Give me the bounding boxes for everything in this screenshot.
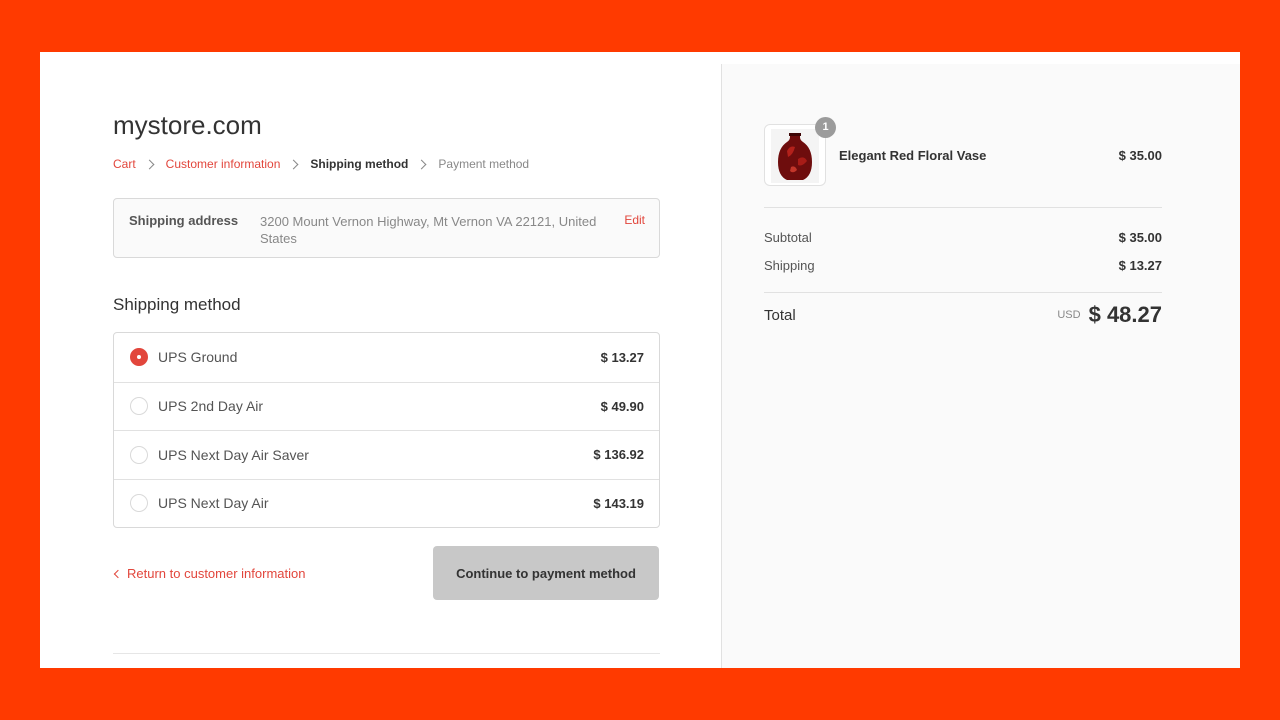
shipping-option-price: $ 13.27 — [600, 349, 644, 365]
chevron-right-icon — [416, 159, 427, 169]
continue-to-payment-button[interactable]: Continue to payment method — [433, 546, 659, 600]
shipping-option-price: $ 49.90 — [600, 398, 644, 414]
breadcrumb-payment-method: Payment method — [438, 157, 530, 171]
shipping-option-name: UPS 2nd Day Air — [158, 398, 264, 415]
breadcrumb: Cart Customer information Shipping metho… — [113, 157, 529, 171]
shipping-method-list: UPS Ground $ 13.27 UPS 2nd Day Air $ 49.… — [113, 332, 660, 528]
shipping-option-price: $ 136.92 — [593, 447, 644, 463]
radio-button[interactable] — [130, 397, 148, 416]
chevron-right-icon — [288, 159, 299, 169]
order-line-item: 1 Elegant Red Floral Vase $ 35.00 — [764, 117, 1162, 186]
shipping-option-name: UPS Next Day Air — [158, 495, 269, 512]
shipping-label: Shipping — [764, 258, 815, 273]
total-label: Total — [764, 306, 796, 324]
shipping-option-ups-next-day-air-saver[interactable]: UPS Next Day Air Saver $ 136.92 — [114, 430, 659, 479]
edit-address-link[interactable]: Edit — [624, 213, 645, 227]
total-amount-group: USD $ 48.27 — [1057, 302, 1162, 328]
shipping-option-name: UPS Ground — [158, 349, 238, 366]
shipping-option-price: $ 143.19 — [593, 495, 644, 511]
divider — [113, 653, 660, 654]
vase-image — [771, 129, 819, 183]
shipping-option-ups-2nd-day-air[interactable]: UPS 2nd Day Air $ 49.90 — [114, 381, 659, 431]
subtotal-line: Subtotal $ 35.00 — [764, 230, 1162, 245]
shipping-address-value: 3200 Mount Vernon Highway, Mt Vernon VA … — [260, 214, 597, 246]
breadcrumb-customer-information[interactable]: Customer information — [166, 157, 281, 171]
shipping-method-title: Shipping method — [113, 295, 241, 314]
shipping-value: $ 13.27 — [1118, 258, 1162, 273]
product-price: $ 35.00 — [1118, 148, 1162, 163]
total-amount: $ 48.27 — [1088, 302, 1162, 327]
product-name: Elegant Red Floral Vase — [839, 148, 987, 163]
shipping-line: Shipping $ 13.27 — [764, 258, 1162, 273]
divider — [764, 207, 1162, 208]
shipping-address-label: Shipping address — [129, 213, 239, 228]
store-title[interactable]: mystore.com — [113, 110, 262, 141]
product-thumbnail: 1 — [764, 117, 836, 186]
shipping-option-name: UPS Next Day Air Saver — [158, 446, 309, 463]
radio-button-selected[interactable] — [130, 348, 148, 367]
checkout-window: mystore.com Cart Customer information Sh… — [40, 52, 1240, 668]
return-link-label: Return to customer information — [127, 566, 306, 581]
radio-button[interactable] — [130, 494, 148, 513]
order-summary: 1 Elegant Red Floral Vase $ 35.00 Subtot… — [721, 64, 1240, 668]
divider — [764, 292, 1162, 293]
return-to-customer-information-link[interactable]: Return to customer information — [113, 566, 305, 581]
total-line: Total USD $ 48.27 — [764, 302, 1162, 328]
radio-button[interactable] — [130, 445, 148, 464]
checkout-main: mystore.com Cart Customer information Sh… — [113, 52, 660, 668]
subtotal-value: $ 35.00 — [1118, 230, 1162, 245]
subtotal-label: Subtotal — [764, 230, 812, 245]
shipping-address-review: Shipping address 3200 Mount Vernon Highw… — [113, 198, 660, 258]
breadcrumb-shipping-method: Shipping method — [310, 157, 409, 171]
quantity-badge: 1 — [815, 117, 836, 138]
chevron-right-icon — [144, 159, 155, 169]
breadcrumb-cart[interactable]: Cart — [113, 157, 136, 171]
currency-code: USD — [1057, 309, 1081, 321]
shipping-option-ups-ground[interactable]: UPS Ground $ 13.27 — [114, 333, 659, 382]
chevron-left-icon — [113, 569, 123, 578]
shipping-option-ups-next-day-air[interactable]: UPS Next Day Air $ 143.19 — [114, 478, 659, 528]
